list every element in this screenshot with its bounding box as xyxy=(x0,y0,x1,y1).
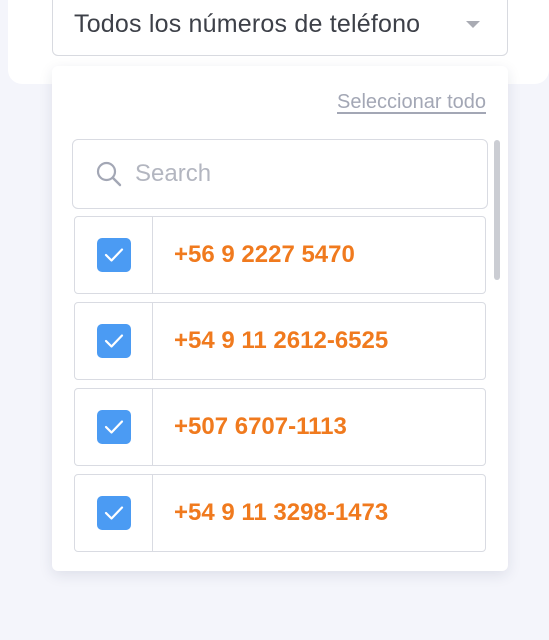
checkmark-icon xyxy=(104,506,123,520)
search-box[interactable] xyxy=(72,139,488,209)
phone-checkbox[interactable] xyxy=(96,496,131,530)
checkbox-cell xyxy=(75,303,153,379)
checkmark-icon xyxy=(104,334,123,348)
phone-filter-select[interactable]: Todos los números de teléfono xyxy=(52,0,508,56)
phone-number: +56 9 2227 5470 xyxy=(174,241,355,268)
phone-checkbox[interactable] xyxy=(96,324,131,358)
phone-list-item[interactable]: +54 9 11 3298-1473 xyxy=(74,474,486,552)
caret-down-icon[interactable] xyxy=(466,21,480,28)
phone-checkbox[interactable] xyxy=(96,238,131,272)
phone-checkbox[interactable] xyxy=(96,410,131,444)
phone-number: +54 9 11 3298-1473 xyxy=(174,499,389,526)
scrollbar[interactable] xyxy=(494,140,500,280)
select-all-link[interactable]: Seleccionar todo xyxy=(337,91,486,114)
phone-number: +507 6707-1113 xyxy=(174,413,347,440)
phone-list: +56 9 2227 5470 +54 9 11 2612-6525 +507 … xyxy=(74,216,486,560)
checkbox-cell xyxy=(75,475,153,551)
checkmark-icon xyxy=(104,248,123,262)
checkbox-cell xyxy=(75,389,153,465)
phone-dropdown-panel: Seleccionar todo +56 9 2227 5470 xyxy=(52,66,508,571)
phone-number: +54 9 11 2612-6525 xyxy=(174,327,389,354)
phone-filter-value: Todos los números de teléfono xyxy=(74,10,421,38)
checkmark-icon xyxy=(104,420,123,434)
phone-list-item[interactable]: +54 9 11 2612-6525 xyxy=(74,302,486,380)
phone-list-item[interactable]: +507 6707-1113 xyxy=(74,388,486,466)
search-icon xyxy=(96,161,122,187)
phone-list-item[interactable]: +56 9 2227 5470 xyxy=(74,216,486,294)
checkbox-cell xyxy=(75,217,153,293)
search-input[interactable] xyxy=(135,160,435,188)
